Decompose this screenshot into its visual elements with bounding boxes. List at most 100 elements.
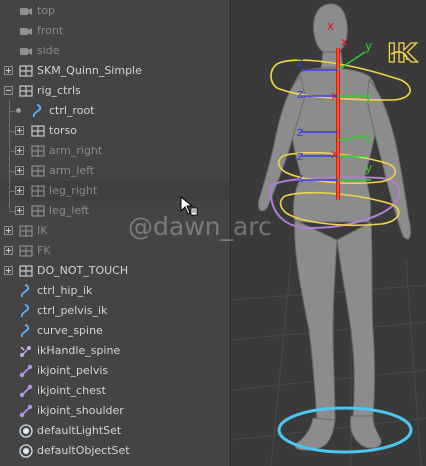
expand-icon[interactable] (4, 266, 13, 275)
outliner-item-label: IK (37, 224, 48, 237)
expand-icon[interactable] (4, 66, 13, 75)
tree-line (9, 211, 15, 212)
axis-label-y: y (365, 131, 372, 145)
ctrl-root-circle[interactable] (277, 406, 413, 454)
outliner-item-arm-left[interactable]: arm_left (0, 161, 230, 181)
group-icon (18, 243, 34, 259)
outliner-item-label: ikjoint_shoulder (37, 404, 124, 417)
group-icon (30, 203, 46, 219)
ik-switch-label[interactable]: IK (386, 38, 418, 69)
expand-icon[interactable] (15, 166, 24, 175)
outliner-item-curve-spine[interactable]: curve_spine (0, 321, 230, 341)
outliner-item-ctrl-pelvis-ik[interactable]: ctrl_pelvis_ik (0, 301, 230, 321)
axis-label-x: x (331, 89, 338, 103)
expand-icon[interactable] (15, 146, 24, 155)
outliner-item-defaultobjectset[interactable]: defaultObjectSet (0, 441, 230, 461)
viewport-3d[interactable]: x x y y y y z z z z z x x IK (230, 0, 426, 466)
axis-label-y: y (365, 89, 372, 103)
ik-handle-icon (18, 343, 34, 359)
axis-label-x: x (341, 35, 348, 49)
group-icon (18, 63, 34, 79)
outliner-item-label: torso (49, 124, 78, 137)
outliner-item-label: SKM_Quinn_Simple (37, 64, 142, 77)
outliner-panel: top front side SKM_Quinn_Simple rig_ctrlsctr… (0, 0, 230, 466)
outliner-item-label: leg_left (49, 204, 90, 217)
joint-icon (18, 363, 34, 379)
outliner-item-front[interactable]: front (0, 21, 230, 41)
outliner-item-label: curve_spine (37, 324, 103, 337)
group-icon (30, 123, 46, 139)
joint-icon (18, 383, 34, 399)
expand-icon[interactable] (4, 246, 13, 255)
outliner-item-label: top (37, 4, 56, 17)
group-icon (30, 163, 46, 179)
outliner-item-label: side (37, 44, 60, 57)
outliner-item-label: ctrl_hip_ik (37, 284, 93, 297)
outliner-item-label: arm_left (49, 164, 95, 177)
tree-line (9, 151, 15, 152)
curve-icon (18, 283, 34, 299)
set-icon (18, 443, 34, 459)
outliner-item-ik[interactable]: IK (0, 221, 230, 241)
tree-line (9, 100, 10, 210)
curve-icon (18, 323, 34, 339)
outliner-item-top[interactable]: top (0, 1, 230, 21)
camera-icon (18, 3, 34, 19)
mouse-cursor-icon (180, 196, 198, 216)
collapse-icon[interactable] (4, 86, 13, 95)
axis-label-x: x (331, 147, 338, 161)
outliner-item-label: rig_ctrls (37, 84, 81, 97)
outliner-item-arm-right[interactable]: arm_right (0, 141, 230, 161)
camera-icon (18, 43, 34, 59)
set-icon (18, 423, 34, 439)
expand-icon[interactable] (4, 226, 13, 235)
tree-line (9, 131, 15, 132)
group-icon (18, 223, 34, 239)
group-icon (30, 183, 46, 199)
outliner-item-label: front (37, 24, 64, 37)
outliner-item-label: DO_NOT_TOUCH (37, 264, 129, 277)
outliner-item-ikjoint-shoulder[interactable]: ikjoint_shoulder (0, 401, 230, 421)
outliner-item-label: leg_right (49, 184, 98, 197)
axis-label-z: z (297, 125, 303, 139)
outliner-item-rig-ctrls[interactable]: rig_ctrls (0, 81, 230, 101)
outliner-item-label: ikjoint_pelvis (37, 364, 109, 377)
outliner-item-label: defaultObjectSet (37, 444, 130, 457)
axis-label-y: y (365, 161, 372, 175)
outliner-item-label: ikHandle_spine (37, 344, 121, 357)
outliner-item-label: FK (37, 244, 51, 257)
outliner-item-fk[interactable]: FK (0, 241, 230, 261)
outliner-item-label: ikjoint_chest (37, 384, 106, 397)
outliner-item-side[interactable]: side (0, 41, 230, 61)
axis-label-z: z (297, 171, 303, 185)
outliner-item-ctrl-root[interactable]: ctrl_root (0, 101, 230, 121)
outliner-item-ikhandle-spine[interactable]: ikHandle_spine (0, 341, 230, 361)
outliner-item-defaultlightset[interactable]: defaultLightSet (0, 421, 230, 441)
outliner-item-label: defaultLightSet (37, 424, 122, 437)
outliner-item-label: ctrl_pelvis_ik (37, 304, 108, 317)
group-icon (30, 143, 46, 159)
curve-icon (30, 103, 46, 119)
outliner-item-torso[interactable]: torso (0, 121, 230, 141)
outliner-item-ikjoint-chest[interactable]: ikjoint_chest (0, 381, 230, 401)
axis-label-z: z (297, 87, 303, 101)
outliner-item-do-not-touch[interactable]: DO_NOT_TOUCH (0, 261, 230, 281)
tree-line (9, 171, 15, 172)
joint-icon (18, 403, 34, 419)
expand-icon[interactable] (15, 126, 24, 135)
axis-label-z: z (297, 149, 303, 163)
outliner-item-ikjoint-pelvis[interactable]: ikjoint_pelvis (0, 361, 230, 381)
outliner-item-label: ctrl_root (49, 104, 95, 117)
tree-line (9, 111, 15, 112)
axis-label-x: x (327, 19, 334, 33)
viewport-scene: x x y y y y z z z z z x x IK (231, 3, 426, 466)
axis-label-z: z (297, 55, 303, 69)
tree-line (9, 191, 15, 192)
curve-icon (18, 303, 34, 319)
group-icon (18, 263, 34, 279)
expand-icon[interactable] (15, 186, 24, 195)
outliner-item-ctrl-hip-ik[interactable]: ctrl_hip_ik (0, 281, 230, 301)
expand-icon[interactable] (15, 206, 24, 215)
outliner-item-skm-quinn-simple[interactable]: SKM_Quinn_Simple (0, 61, 230, 81)
group-icon (18, 83, 34, 99)
